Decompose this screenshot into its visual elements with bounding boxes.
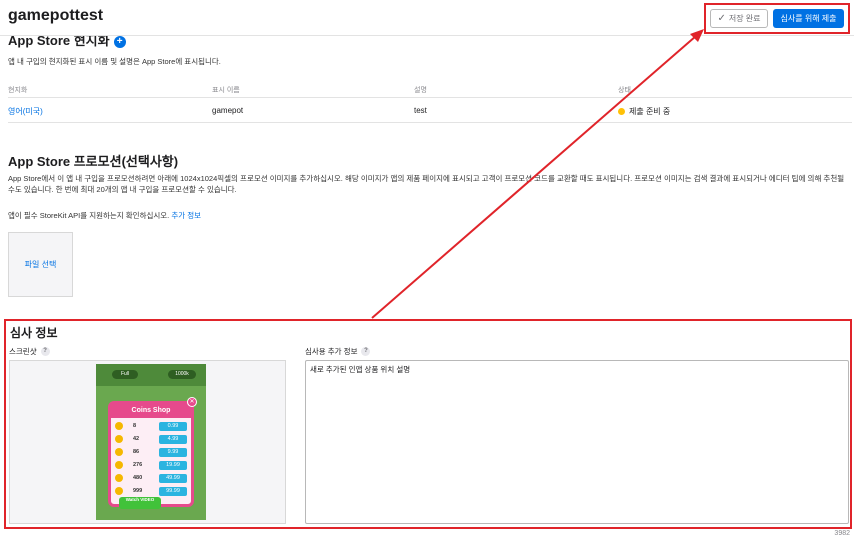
game-hud-coins: 1000k — [168, 370, 196, 379]
table-header: 현지화 표시 이름 설명 상태 — [8, 82, 852, 98]
status-label: 제출 준비 중 — [629, 107, 671, 116]
coins-shop-title: Coins Shop — [111, 404, 191, 418]
status-dot-icon — [618, 108, 625, 115]
screenshot-label-text: 스크린샷 — [9, 347, 37, 356]
coin-price: 0.99 — [159, 422, 187, 431]
coin-pack-row: 480 49.99 — [115, 474, 189, 484]
coin-pack-row: 42 4.99 — [115, 435, 189, 445]
status-cell: 제출 준비 중 — [618, 106, 670, 117]
review-notes-label-text: 심사용 추가 정보 — [305, 347, 358, 356]
save-done-label: 저장 완료 — [728, 14, 761, 23]
screenshot-label: 스크린샷 ? — [9, 346, 50, 357]
more-info-link[interactable]: 추가 정보 — [171, 211, 201, 220]
column-header: 현지화 — [8, 87, 28, 94]
save-done-button[interactable]: ✓ 저장 완료 — [710, 9, 768, 28]
coin-price: 99.99 — [159, 487, 187, 496]
help-icon[interactable]: ? — [40, 347, 50, 356]
promotion-note-text: 앱이 필수 StoreKit API를 지원하는지 확인하십시오. — [8, 211, 170, 220]
checkmark-icon: ✓ — [717, 13, 726, 24]
promotion-title: App Store 프로모션(선택사항) — [8, 154, 179, 169]
column-header: 상태 — [618, 87, 631, 94]
app-title: gamepottest — [8, 7, 104, 24]
coin-price: 49.99 — [159, 474, 187, 483]
review-notes-label: 심사용 추가 정보 ? — [305, 346, 371, 357]
coin-pack-row: 8 0.99 — [115, 422, 189, 432]
character-counter: 3982 — [834, 530, 850, 537]
table-row: 영어(미국) gamepot test 제출 준비 중 — [8, 98, 852, 123]
description-cell: test — [414, 106, 427, 115]
display-name-cell: gamepot — [212, 106, 244, 115]
game-hud: Full 1000k — [96, 364, 206, 386]
help-icon[interactable]: ? — [361, 347, 371, 356]
coin-icon — [115, 422, 123, 430]
close-icon: ✕ — [187, 397, 197, 407]
coin-price: 4.99 — [159, 435, 187, 444]
coin-icon — [115, 487, 123, 495]
submit-for-review-button[interactable]: 심사를 위해 제출 — [773, 9, 844, 28]
game-screenshot-image: Full 1000k Coins Shop ✕ 8 0.99 42 4.99 86 9… — [96, 364, 206, 520]
localization-description: 앱 내 구입의 현지화된 표시 이름 및 설명은 App Store에 표시됩니… — [8, 57, 221, 66]
header-actions-highlight: ✓ 저장 완료 심사를 위해 제출 — [704, 3, 850, 34]
screenshot-dropzone[interactable]: Full 1000k Coins Shop ✕ 8 0.99 42 4.99 86 9… — [9, 360, 286, 524]
promotion-description: App Store에서 이 앱 내 구입을 프로모션하려면 아래에 1024x1… — [8, 174, 845, 194]
coin-icon — [115, 461, 123, 469]
column-header: 설명 — [414, 87, 427, 94]
coins-shop-panel: Coins Shop ✕ 8 0.99 42 4.99 86 9.99 276 19.9… — [108, 397, 197, 507]
add-localization-icon[interactable]: + — [113, 36, 126, 48]
choose-file-button[interactable]: 파일 선택 — [8, 232, 73, 297]
coin-icon — [115, 474, 123, 482]
top-header: gamepottest ✓ 저장 완료 심사를 위해 제출 — [0, 0, 854, 36]
game-hud-energy: Full — [112, 370, 138, 379]
watch-video-button: Watch VIDEO — [119, 497, 161, 509]
coin-pack-row: 86 9.99 — [115, 448, 189, 458]
coin-amount: 276 — [133, 462, 143, 468]
coin-amount: 8 — [133, 423, 137, 429]
coin-amount: 42 — [133, 436, 140, 442]
coin-pack-row: 276 19.99 — [115, 461, 189, 471]
localization-table: 현지화 표시 이름 설명 상태 영어(미국) gamepot test 제출 준… — [8, 82, 852, 123]
review-info-section: 심사 정보 스크린샷 ? 심사용 추가 정보 ? Full 1000k Coin… — [4, 319, 852, 529]
locale-link[interactable]: 영어(미국) — [8, 106, 43, 117]
coin-icon — [115, 435, 123, 443]
review-notes-textarea[interactable]: 새로 추가된 인앱 상품 위치 설명 — [305, 360, 849, 524]
coin-amount: 480 — [133, 475, 143, 481]
coin-amount: 999 — [133, 488, 143, 494]
coin-price: 9.99 — [159, 448, 187, 457]
column-header: 표시 이름 — [212, 87, 240, 94]
coin-icon — [115, 448, 123, 456]
coin-pack-row: 999 99.99 — [115, 487, 189, 497]
coin-amount: 86 — [133, 449, 140, 455]
review-info-title: 심사 정보 — [10, 326, 58, 340]
coin-price: 19.99 — [159, 461, 187, 470]
promotion-note: 앱이 필수 StoreKit API를 지원하는지 확인하십시오. 추가 정보 — [8, 210, 201, 221]
